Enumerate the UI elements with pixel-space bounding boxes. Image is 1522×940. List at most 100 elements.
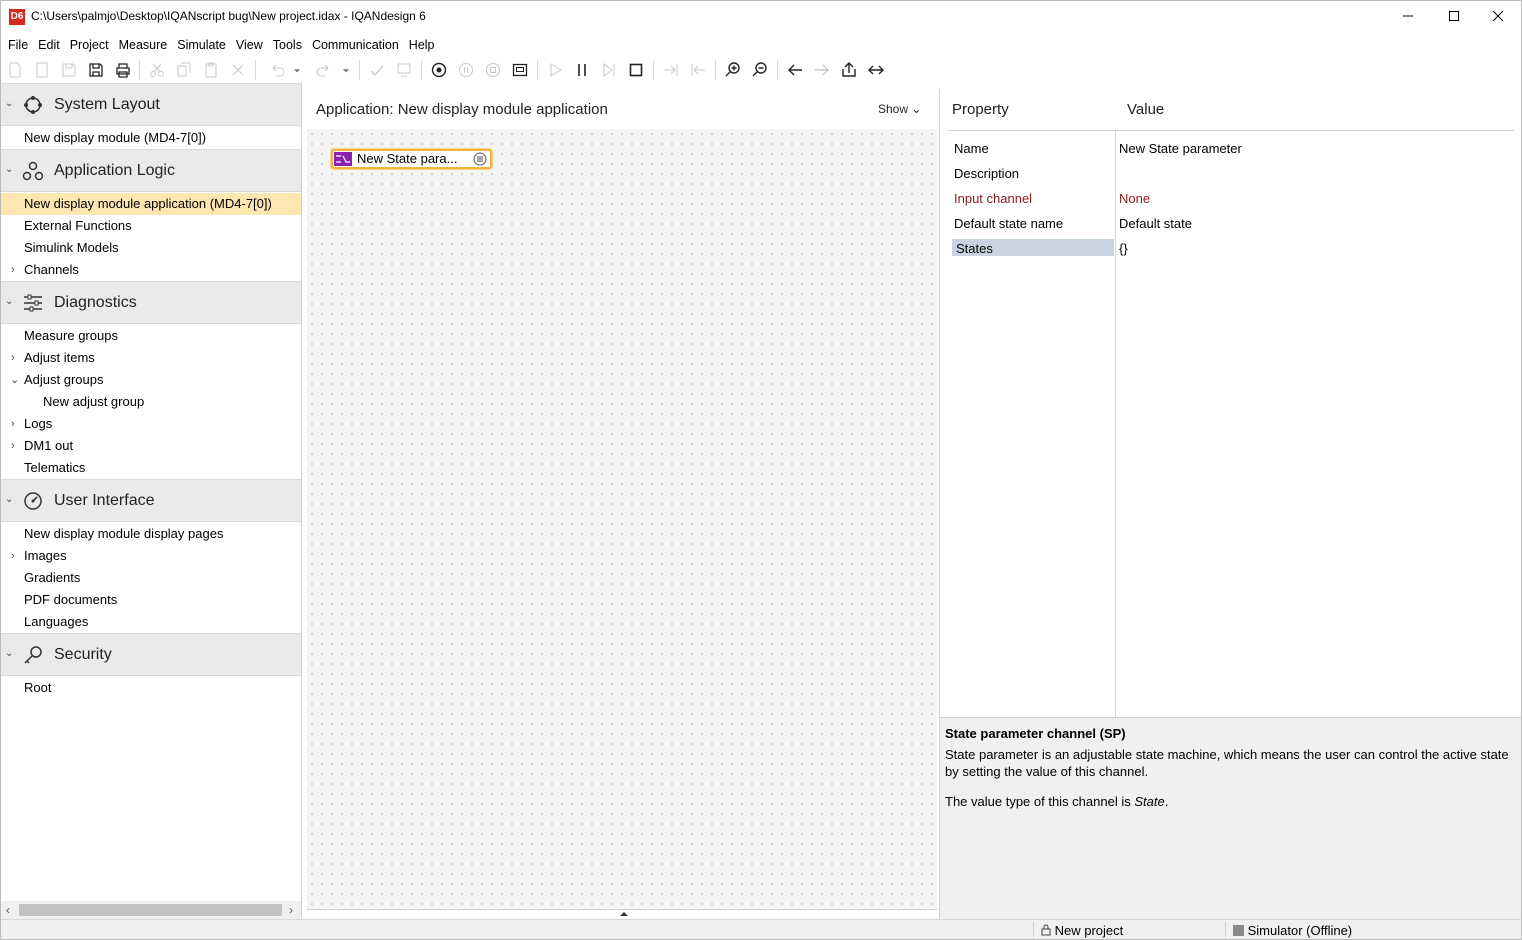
- minimize-button[interactable]: [1385, 1, 1431, 31]
- undo-dropdown[interactable]: [290, 59, 304, 81]
- menu-view[interactable]: View: [231, 34, 268, 56]
- step-button[interactable]: [598, 59, 620, 81]
- tree-item-images[interactable]: › Images: [1, 545, 301, 567]
- report-button[interactable]: [393, 59, 415, 81]
- property-input-channel[interactable]: Input channel: [954, 191, 1032, 206]
- undo-button[interactable]: [266, 59, 288, 81]
- new-template-button[interactable]: [31, 59, 53, 81]
- tree-item-languages[interactable]: Languages: [1, 611, 301, 633]
- chevron-right-icon[interactable]: ›: [11, 259, 15, 281]
- scrollbar-thumb[interactable]: [19, 904, 282, 916]
- tree-item-label: Simulink Models: [24, 240, 119, 255]
- pause-record-button[interactable]: [455, 59, 477, 81]
- property-default-state-name[interactable]: Default state name: [954, 216, 1063, 231]
- fit-width-button[interactable]: [865, 59, 887, 81]
- property-value[interactable]: None: [1119, 191, 1150, 206]
- property-name[interactable]: Name: [954, 141, 989, 156]
- cut-button[interactable]: [146, 59, 168, 81]
- tree-item-root[interactable]: Root: [1, 677, 301, 699]
- horizontal-scrollbar[interactable]: ‹ ›: [1, 901, 301, 919]
- show-dropdown[interactable]: Show ⌄: [878, 102, 921, 116]
- save-button[interactable]: [58, 59, 80, 81]
- tree-item-external-functions[interactable]: External Functions: [1, 215, 301, 237]
- zoom-out-button[interactable]: [749, 59, 771, 81]
- tree-item-measure-groups[interactable]: Measure groups: [1, 325, 301, 347]
- report-icon: [397, 63, 411, 77]
- pause-button[interactable]: [571, 59, 593, 81]
- state-parameter-node[interactable]: New State para...: [331, 149, 492, 169]
- chevron-right-icon[interactable]: ›: [11, 413, 15, 435]
- scroll-left-icon[interactable]: ‹: [6, 901, 10, 919]
- tree-item-application[interactable]: New display module application (MD4-7[0]…: [1, 193, 301, 215]
- zoom-in-button[interactable]: [722, 59, 744, 81]
- property-value[interactable]: New State parameter: [1119, 141, 1242, 156]
- chevron-right-icon[interactable]: ›: [11, 545, 15, 567]
- tree-item-telematics[interactable]: Telematics: [1, 457, 301, 479]
- go-to-output-button[interactable]: [660, 59, 682, 81]
- tree-item-label: Gradients: [24, 570, 81, 585]
- play-button[interactable]: [544, 59, 566, 81]
- copy-button[interactable]: [173, 59, 195, 81]
- menu-simulate[interactable]: Simulate: [172, 34, 231, 56]
- chevron-right-icon[interactable]: ›: [11, 347, 15, 369]
- tree-item-simulink-models[interactable]: Simulink Models: [1, 237, 301, 259]
- redo-button[interactable]: [313, 59, 335, 81]
- export-button[interactable]: [838, 59, 860, 81]
- stop-button[interactable]: [625, 59, 647, 81]
- property-value[interactable]: {}: [1119, 241, 1128, 256]
- delete-button[interactable]: [227, 59, 249, 81]
- stop-record-button[interactable]: [482, 59, 504, 81]
- close-icon: [1492, 10, 1504, 22]
- tree-item-pdf-documents[interactable]: PDF documents: [1, 589, 301, 611]
- menu-edit[interactable]: Edit: [33, 34, 65, 56]
- tree-item-gradients[interactable]: Gradients: [1, 567, 301, 589]
- tree-item-label: Adjust groups: [24, 372, 104, 387]
- save-all-button[interactable]: [85, 59, 107, 81]
- property-description[interactable]: Description: [954, 166, 1019, 181]
- canvas-grid[interactable]: New State para...: [307, 129, 937, 909]
- record-button[interactable]: [428, 59, 450, 81]
- redo-dropdown[interactable]: [339, 59, 353, 81]
- menu-measure[interactable]: Measure: [114, 34, 173, 56]
- section-security[interactable]: ⌄ Security: [1, 633, 301, 676]
- menu-help[interactable]: Help: [404, 34, 440, 56]
- property-value[interactable]: Default state: [1119, 216, 1192, 231]
- chevron-up-icon[interactable]: [620, 911, 628, 916]
- forward-button[interactable]: [811, 59, 833, 81]
- tree-item-display-module[interactable]: New display module (MD4-7[0]): [1, 127, 301, 149]
- new-file-button[interactable]: [4, 59, 26, 81]
- output-port-icon[interactable]: [473, 152, 487, 166]
- chevron-down-icon[interactable]: ⌄: [10, 369, 19, 391]
- close-button[interactable]: [1475, 1, 1521, 31]
- node-label: New State para...: [357, 151, 458, 166]
- maximize-button[interactable]: [1431, 1, 1477, 31]
- tree-item-adjust-groups[interactable]: ⌄ Adjust groups: [1, 369, 301, 391]
- snapshot-button[interactable]: [509, 59, 531, 81]
- menu-file[interactable]: File: [1, 34, 33, 56]
- toolbar-separator: [653, 60, 654, 80]
- section-diagnostics[interactable]: ⌄ Diagnostics: [1, 281, 301, 324]
- go-to-input-button[interactable]: [687, 59, 709, 81]
- section-user-interface[interactable]: ⌄ User Interface: [1, 479, 301, 522]
- toolbar-separator: [777, 60, 778, 80]
- menu-project[interactable]: Project: [65, 34, 114, 56]
- tree-item-display-pages[interactable]: New display module display pages: [1, 523, 301, 545]
- menu-communication[interactable]: Communication: [307, 34, 404, 56]
- tree-item-logs[interactable]: › Logs: [1, 413, 301, 435]
- paste-button[interactable]: [200, 59, 222, 81]
- section-system-layout[interactable]: ⌄ System Layout: [1, 83, 301, 126]
- tree-item-channels[interactable]: › Channels: [1, 259, 301, 281]
- chevron-right-icon[interactable]: ›: [11, 435, 15, 457]
- tree-item-new-adjust-group[interactable]: New adjust group: [1, 391, 301, 413]
- tree-item-dm1-out[interactable]: › DM1 out: [1, 435, 301, 457]
- property-states[interactable]: States: [956, 241, 993, 256]
- scroll-right-icon[interactable]: ›: [289, 901, 293, 919]
- column-divider[interactable]: [1115, 131, 1116, 717]
- print-button[interactable]: [112, 59, 134, 81]
- back-button[interactable]: [784, 59, 806, 81]
- chevron-down-icon: ⌄: [5, 494, 14, 505]
- menu-tools[interactable]: Tools: [268, 34, 307, 56]
- section-application-logic[interactable]: ⌄ Application Logic: [1, 149, 301, 192]
- tree-item-adjust-items[interactable]: › Adjust items: [1, 347, 301, 369]
- check-button[interactable]: [366, 59, 388, 81]
